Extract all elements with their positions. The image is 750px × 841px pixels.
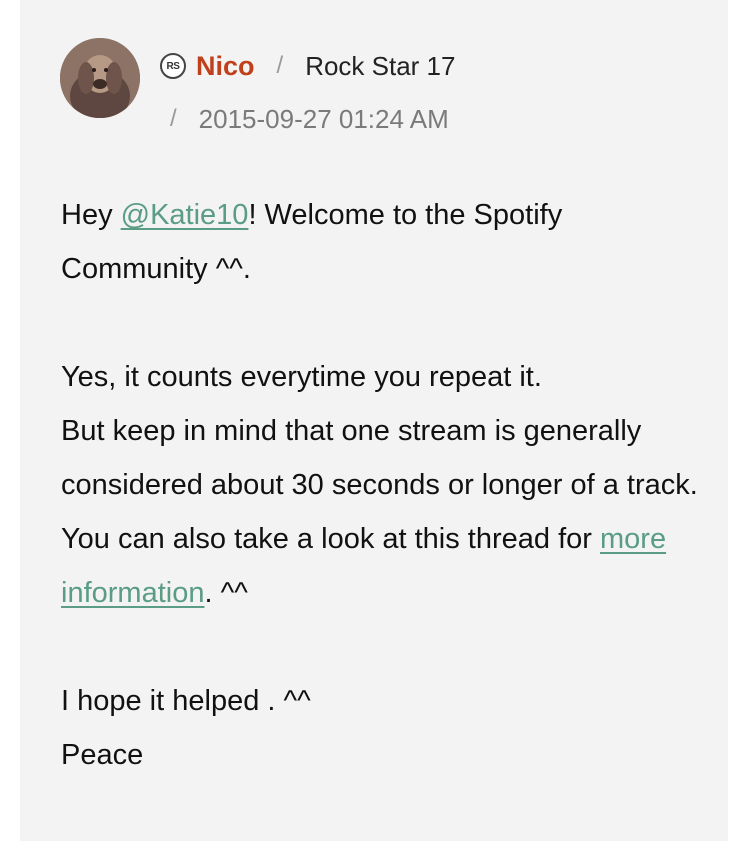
- forum-post: RS Nico / Rock Star 17 / 2015-09-27 01:2…: [20, 0, 728, 841]
- rank-badge-icon: RS: [160, 53, 186, 79]
- post-timestamp: 2015-09-27 01:24 AM: [198, 103, 449, 134]
- author-rank: Rock Star 17: [305, 50, 456, 81]
- author-name-link[interactable]: Nico: [196, 51, 255, 82]
- thread-suffix: . ^^: [204, 577, 248, 609]
- answer-line-2: But keep in mind that one stream is gene…: [61, 415, 698, 501]
- avatar[interactable]: [60, 38, 140, 118]
- author-line: RS Nico / Rock Star 17: [160, 46, 455, 86]
- timestamp-separator: /: [170, 105, 177, 132]
- greeting-paragraph: Hey @Katie10! Welcome to the Spotify Com…: [61, 188, 701, 296]
- greeting-prefix: Hey: [61, 199, 121, 231]
- timestamp-line: / 2015-09-27 01:24 AM: [170, 100, 449, 138]
- post-body: Hey @Katie10! Welcome to the Spotify Com…: [61, 188, 701, 782]
- thread-text: You can also take a look at this thread …: [61, 523, 600, 555]
- author-separator: /: [276, 52, 284, 79]
- answer-line-1: Yes, it counts everytime you repeat it.: [61, 361, 542, 393]
- answer-line-3: You can also take a look at this thread …: [61, 512, 701, 620]
- closing-line-2: Peace: [61, 739, 144, 771]
- closing-line-1: I hope it helped . ^^: [61, 685, 311, 717]
- mention-link[interactable]: @Katie10: [121, 199, 249, 231]
